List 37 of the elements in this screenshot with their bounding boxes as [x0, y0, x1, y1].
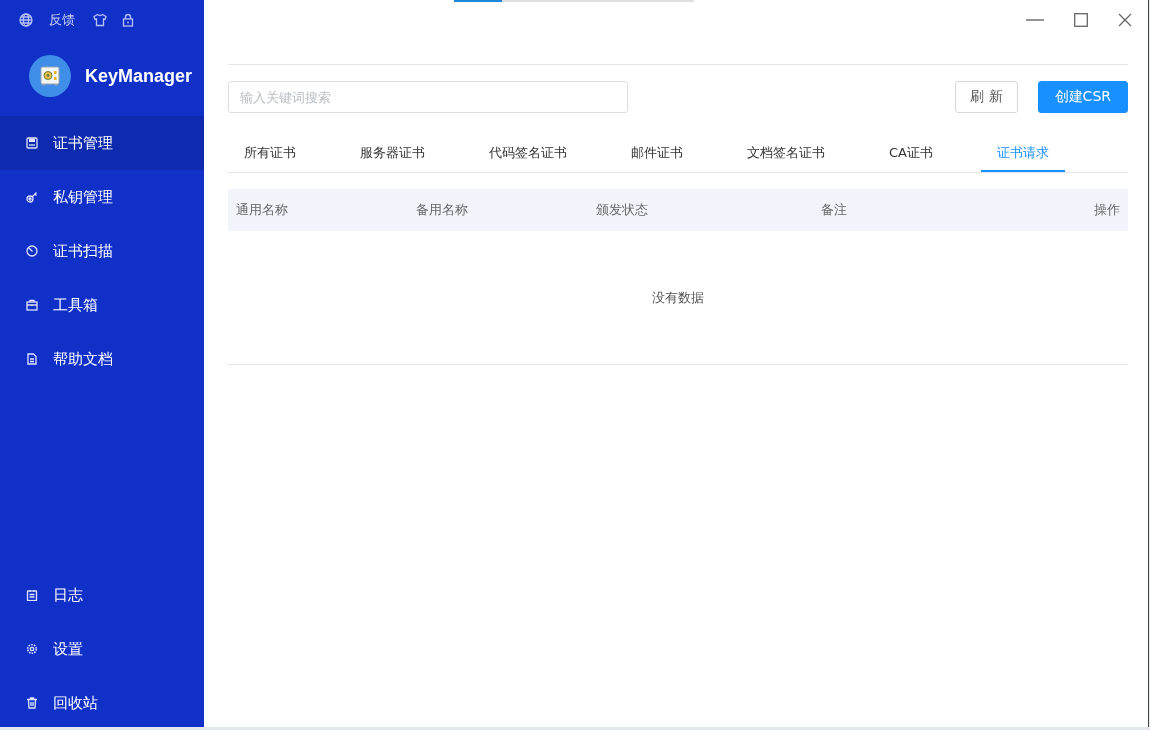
column-header: 操作 — [1094, 201, 1120, 219]
close-icon[interactable] — [1118, 13, 1132, 27]
toolbox-icon — [26, 299, 38, 311]
sidebar-item[interactable]: 工具箱 — [0, 278, 204, 332]
column-header: 备注 — [821, 201, 848, 219]
feedback-link[interactable]: 反馈 — [49, 11, 75, 29]
tab[interactable]: 所有证书 — [228, 135, 312, 172]
shirt-icon[interactable] — [93, 13, 107, 27]
column-header: 通用名称 — [236, 201, 289, 219]
app-name: KeyManager — [85, 65, 193, 87]
tab[interactable]: 邮件证书 — [615, 135, 699, 172]
maximize-icon[interactable] — [1074, 13, 1088, 27]
sidebar-item[interactable]: 帮助文档 — [0, 332, 204, 386]
sidebar-item[interactable]: 证书管理 — [0, 116, 204, 170]
key-icon — [26, 191, 38, 203]
notepad-icon — [26, 589, 38, 601]
tab[interactable]: 服务器证书 — [344, 135, 441, 172]
trash-icon — [26, 697, 38, 709]
sidebar-item[interactable]: 设置 — [0, 622, 204, 676]
column-header: 颁发状态 — [596, 201, 649, 219]
lock-icon[interactable] — [121, 13, 135, 27]
search-field[interactable]: 输入关键词搜索 — [228, 81, 628, 113]
tab[interactable]: CA证书 — [873, 135, 949, 172]
empty-message: 没有数据 — [652, 288, 704, 307]
sidebar-item[interactable]: 私钥管理 — [0, 170, 204, 224]
settings-icon — [26, 643, 38, 655]
refresh-button[interactable]: 刷 新 — [955, 81, 1018, 113]
sidebar-item[interactable]: 证书扫描 — [0, 224, 204, 278]
tab[interactable]: 文档签名证书 — [731, 135, 841, 172]
safe-logo-icon — [29, 55, 71, 97]
sidebar-item[interactable]: 回收站 — [0, 676, 204, 730]
tab[interactable]: 代码签名证书 — [473, 135, 583, 172]
column-header: 备用名称 — [416, 201, 469, 219]
globe-icon[interactable] — [19, 13, 33, 27]
document-icon — [26, 353, 38, 365]
clock-icon — [26, 245, 38, 257]
sidebar-item[interactable]: 日志 — [0, 568, 204, 622]
